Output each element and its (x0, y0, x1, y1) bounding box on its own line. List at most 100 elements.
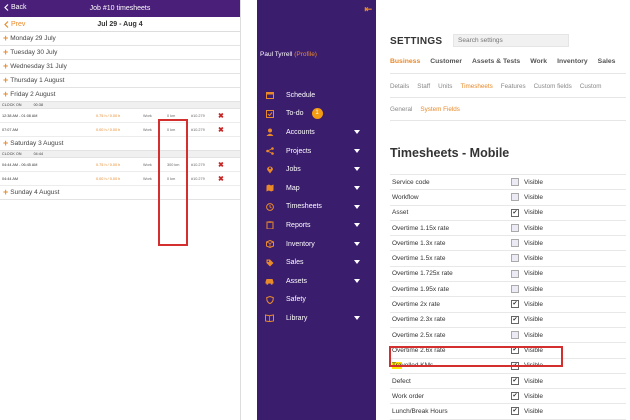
visible-checkbox[interactable] (511, 254, 519, 263)
sidebar-item-label: To-do (286, 110, 304, 118)
day-row-friday[interactable]: + Friday 2 August (0, 88, 240, 102)
sidebar-item-label: Timesheets (286, 203, 322, 211)
caret-down-icon[interactable] (354, 241, 360, 246)
visible-checkbox[interactable] (511, 178, 519, 186)
sidebar-item-safety[interactable]: Safety (257, 291, 376, 310)
sidebar-item-jobs[interactable]: Jobs (257, 160, 376, 179)
caret-down-icon[interactable] (354, 148, 360, 153)
tab-inventory[interactable]: Inventory (557, 58, 588, 65)
caret-down-icon[interactable] (354, 185, 360, 190)
shield-icon (265, 295, 274, 304)
tab-staff[interactable]: Staff (417, 83, 430, 90)
sidebar-item-map[interactable]: Map (257, 179, 376, 198)
sidebar-item-library[interactable]: Library (257, 309, 376, 328)
clock-on-time: 04:44 (33, 152, 44, 156)
tab-work[interactable]: Work (530, 58, 547, 65)
tab-customer[interactable]: Customer (430, 58, 462, 65)
user-profile[interactable]: Paul Tyrrell (Profile) (260, 51, 317, 58)
tab-system-fields[interactable]: System Fields (420, 106, 460, 113)
delete-icon[interactable]: ✖ (218, 161, 224, 169)
search-settings-input[interactable] (453, 34, 569, 47)
clock-on-row: CLOCK ON 04:44 (0, 151, 240, 158)
sidebar-item-timesheets[interactable]: Timesheets (257, 198, 376, 217)
visible-checkbox[interactable]: ✔ (511, 392, 519, 401)
caret-down-icon[interactable] (354, 223, 360, 228)
field-row: Workflow Visible (390, 189, 626, 204)
plus-icon[interactable]: + (3, 34, 8, 43)
tab-business[interactable]: Business (390, 58, 420, 65)
sidebar-item-label: Sales (286, 259, 304, 267)
tab-details[interactable]: Details (390, 83, 409, 90)
caret-down-icon[interactable] (354, 167, 360, 172)
plus-icon[interactable]: + (3, 48, 8, 57)
tab-units[interactable]: Units (438, 83, 452, 90)
visible-checkbox[interactable]: ✔ (511, 300, 519, 309)
field-label: Lunch/Break Hours (392, 408, 448, 416)
delete-icon[interactable]: ✖ (218, 126, 224, 134)
timesheet-entry[interactable]: 04:44 AM 0.00 h / 0.00 h Work 0 km #10.2… (0, 172, 240, 186)
visible-checkbox[interactable]: ✔ (511, 315, 519, 324)
day-row-tuesday[interactable]: + Tuesday 30 July (0, 46, 240, 60)
tab-custom[interactable]: Custom (580, 83, 602, 90)
sidebar-item-todo[interactable]: To-do 1 (257, 105, 376, 124)
mobile-title: Job #10 timesheets (89, 5, 151, 12)
prev-week-button[interactable]: Prev (4, 21, 25, 28)
collapse-sidebar-icon[interactable]: ⇤ (364, 4, 372, 15)
plus-icon[interactable]: + (3, 76, 8, 85)
visible-label: Visible (524, 178, 544, 186)
field-row: Overtime 2x rate ✔ Visible (390, 296, 626, 311)
visible-checkbox[interactable]: ✔ (511, 208, 519, 217)
sidebar-item-reports[interactable]: Reports (257, 216, 376, 235)
visible-checkbox[interactable] (511, 330, 519, 339)
sidebar-item-schedule[interactable]: Schedule (257, 86, 376, 105)
plus-icon[interactable]: + (3, 139, 8, 148)
sidebar-item-accounts[interactable]: Accounts (257, 123, 376, 142)
sidebar-item-sales[interactable]: Sales (257, 253, 376, 272)
sidebar-item-assets[interactable]: Assets (257, 272, 376, 291)
entry-hours: 0.75 h / 0.00 h (96, 162, 121, 167)
visible-checkbox[interactable]: ✔ (511, 407, 519, 416)
visible-checkbox[interactable] (511, 223, 519, 232)
timesheet-entry[interactable]: 07:07 AM 0.00 h / 0.00 h Work 0 km #10.2… (0, 123, 240, 137)
field-label: Overtime 1.725x rate (392, 270, 453, 278)
field-row: Asset ✔ Visible (390, 204, 626, 220)
plus-icon[interactable]: + (3, 188, 8, 197)
plus-icon[interactable]: + (3, 90, 8, 99)
day-row-thursday[interactable]: + Thursday 1 August (0, 74, 240, 88)
caret-down-icon[interactable] (354, 130, 360, 135)
back-button[interactable]: Back (4, 4, 27, 11)
distance-column-highlight (158, 119, 188, 246)
caret-down-icon[interactable] (354, 278, 360, 283)
caret-down-icon[interactable] (354, 260, 360, 265)
visible-label: Visible (524, 301, 544, 309)
visible-checkbox[interactable] (511, 193, 519, 202)
visible-checkbox[interactable] (511, 285, 519, 294)
timesheet-entry[interactable]: 04:44 AM - 06:45 AM 0.75 h / 0.00 h Work… (0, 158, 240, 172)
visible-checkbox[interactable] (511, 269, 519, 278)
secondary-tabs: Details Staff Units Timesheets Features … (390, 83, 601, 90)
day-row-monday[interactable]: + Monday 29 July (0, 32, 240, 46)
visible-label: Visible (524, 209, 544, 217)
tab-sales[interactable]: Sales (598, 58, 616, 65)
tab-general[interactable]: General (390, 106, 412, 113)
profile-link[interactable]: (Profile) (294, 51, 317, 58)
visible-label: Visible (524, 270, 544, 278)
timesheet-entry[interactable]: 12:38 AM - 01:08 AM 0.75 h / 0.00 h Work… (0, 109, 240, 123)
day-row-wednesday[interactable]: + Wednesday 31 July (0, 60, 240, 74)
day-row-sunday[interactable]: + Sunday 4 August (0, 186, 240, 200)
sidebar-item-inventory[interactable]: Inventory (257, 235, 376, 254)
tab-assets-tests[interactable]: Assets & Tests (472, 58, 520, 65)
sidebar-item-projects[interactable]: Projects (257, 142, 376, 161)
tab-features[interactable]: Features (501, 83, 526, 90)
visible-checkbox[interactable]: ✔ (511, 376, 519, 385)
tab-timesheets[interactable]: Timesheets (460, 83, 492, 90)
tab-custom-fields[interactable]: Custom fields (534, 83, 572, 90)
visible-checkbox[interactable] (511, 239, 519, 248)
caret-down-icon[interactable] (354, 316, 360, 321)
plus-icon[interactable]: + (3, 62, 8, 71)
day-row-saturday[interactable]: + Saturday 3 August (0, 137, 240, 151)
clock-on-label: CLOCK ON (2, 103, 22, 107)
caret-down-icon[interactable] (354, 204, 360, 209)
delete-icon[interactable]: ✖ (218, 112, 224, 120)
delete-icon[interactable]: ✖ (218, 175, 224, 183)
